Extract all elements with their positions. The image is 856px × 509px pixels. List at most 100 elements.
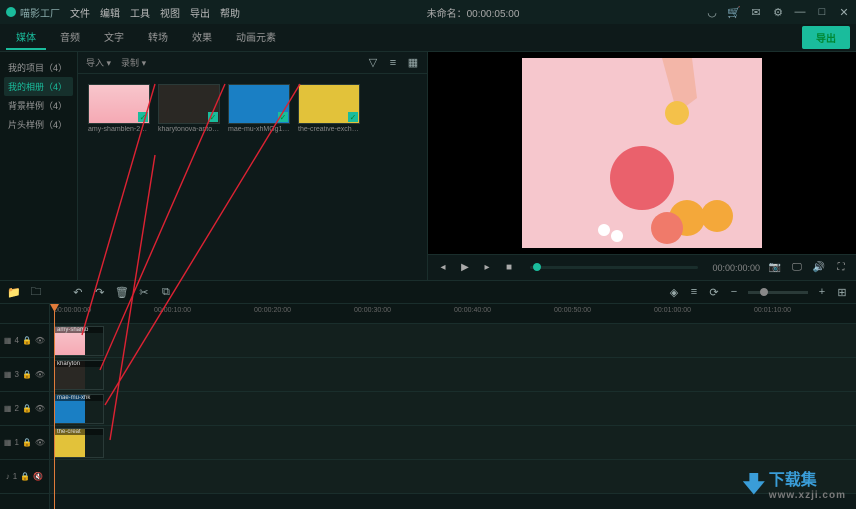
tab-motion[interactable]: 动画元素 <box>226 25 286 50</box>
media-item[interactable]: mae-mu-xhMGg1YBIIA-unsp <box>228 84 290 133</box>
sidebar-item-intro[interactable]: 片头样例（4） <box>4 115 73 134</box>
media-label: kharytonova-antonina-FC <box>158 126 220 133</box>
prev-frame-button[interactable]: ◂ <box>436 261 450 275</box>
media-item[interactable]: amy-shamblen-2UEk0IhL26Y <box>88 84 150 133</box>
delete-icon[interactable]: 🗑 <box>116 286 128 298</box>
marker-icon[interactable]: ◈ <box>668 286 680 298</box>
media-thumb[interactable] <box>298 84 360 124</box>
lock-icon[interactable]: 🔒 <box>22 370 32 379</box>
audio-track[interactable] <box>50 460 856 494</box>
sidebar-item-background[interactable]: 背景样例（4） <box>4 96 73 115</box>
zoom-out-icon[interactable]: − <box>728 286 740 298</box>
zoom-fit-icon[interactable]: ⊞ <box>836 286 848 298</box>
zoom-handle[interactable] <box>760 288 768 296</box>
timeline-clip[interactable]: mae-mu-xhk <box>54 394 104 424</box>
timeline: ▦4🔒👁 ▦3🔒👁 ▦2🔒👁 ▦1🔒👁 ♪1🔒🔇 00:00:00:00 00:… <box>0 304 856 509</box>
preview-image <box>522 58 762 248</box>
lock-icon[interactable]: 🔒 <box>20 472 30 481</box>
track-header[interactable]: ▦1🔒👁 <box>0 426 49 460</box>
mute-icon[interactable]: 🔇 <box>33 472 43 481</box>
eye-icon[interactable]: 👁 <box>35 370 45 379</box>
timeline-clip[interactable]: amy-shamb <box>54 326 104 356</box>
preview-panel: ◂ ▶ ▸ ■ 00:00:00:00 📷 🖵 🔊 ⛶ <box>428 52 856 280</box>
copy-icon[interactable]: ⧉ <box>160 286 172 298</box>
preview-viewport[interactable] <box>428 52 856 254</box>
track-header[interactable]: ▦3🔒👁 <box>0 358 49 392</box>
minimize-icon[interactable]: — <box>794 6 806 18</box>
lock-icon[interactable]: 🔒 <box>22 404 32 413</box>
menu-file[interactable]: 文件 <box>70 5 90 20</box>
menu-export[interactable]: 导出 <box>190 5 210 20</box>
undo-icon[interactable]: ↶ <box>72 286 84 298</box>
eye-icon[interactable]: 👁 <box>35 336 45 345</box>
lock-icon[interactable]: 🔒 <box>22 438 32 447</box>
tracks-area[interactable]: 00:00:00:00 00:00:10:00 00:00:20:00 00:0… <box>50 304 856 509</box>
display-icon[interactable]: 🖵 <box>790 261 804 275</box>
video-track[interactable]: amy-shamb <box>50 324 856 358</box>
lock-icon[interactable]: 🔒 <box>22 336 32 345</box>
filter-icon[interactable]: ▽ <box>367 57 379 69</box>
export-button[interactable]: 导出 <box>802 26 850 49</box>
new-folder-icon[interactable]: 📁 <box>8 286 20 298</box>
redo-icon[interactable]: ↷ <box>94 286 106 298</box>
menu-view[interactable]: 视图 <box>160 5 180 20</box>
play-button[interactable]: ▶ <box>458 261 472 275</box>
render-icon[interactable]: ⟳ <box>708 286 720 298</box>
audio-track-header[interactable]: ♪1🔒🔇 <box>0 460 49 494</box>
video-track[interactable]: kharyton <box>50 358 856 392</box>
eye-icon[interactable]: 👁 <box>35 404 45 413</box>
timeline-clip[interactable]: the-creat <box>54 428 104 458</box>
preview-progress[interactable] <box>530 266 698 269</box>
ruler-tick: 00:00:00:00 <box>54 307 91 314</box>
category-tabs: 媒体 音频 文字 转场 效果 动画元素 导出 <box>0 24 856 52</box>
user-icon[interactable]: ◡ <box>706 6 718 18</box>
fullscreen-icon[interactable]: ⛶ <box>834 261 848 275</box>
ruler-tick: 00:00:30:00 <box>354 307 391 314</box>
media-item[interactable]: kharytonova-antonina-FC <box>158 84 220 133</box>
import-dropdown[interactable]: 导入 ▾ <box>86 56 111 69</box>
track-header[interactable]: ▦2🔒👁 <box>0 392 49 426</box>
media-label: the-creative-exchange-x <box>298 126 360 133</box>
zoom-in-icon[interactable]: + <box>816 286 828 298</box>
progress-handle[interactable] <box>533 263 541 271</box>
volume-icon[interactable]: 🔊 <box>812 261 826 275</box>
media-item[interactable]: the-creative-exchange-x <box>298 84 360 133</box>
track-header[interactable]: ▦4🔒👁 <box>0 324 49 358</box>
sort-icon[interactable]: ≡ <box>387 57 399 69</box>
tab-effect[interactable]: 效果 <box>182 25 222 50</box>
mixer-icon[interactable]: ≡ <box>688 286 700 298</box>
grid-view-icon[interactable]: ▦ <box>407 57 419 69</box>
main-menu: 文件 编辑 工具 视图 导出 帮助 <box>70 5 240 20</box>
tab-text[interactable]: 文字 <box>94 25 134 50</box>
close-icon[interactable]: ✕ <box>838 6 850 18</box>
snapshot-icon[interactable]: 📷 <box>768 261 782 275</box>
sidebar-item-album[interactable]: 我的相册（4） <box>4 77 73 96</box>
timeline-clip[interactable]: kharyton <box>54 360 104 390</box>
cart-icon[interactable]: 🛒 <box>728 6 740 18</box>
stop-button[interactable]: ■ <box>502 261 516 275</box>
sidebar-item-project[interactable]: 我的项目（4） <box>4 58 73 77</box>
maximize-icon[interactable]: □ <box>816 6 828 18</box>
video-track[interactable]: mae-mu-xhk <box>50 392 856 426</box>
menu-edit[interactable]: 编辑 <box>100 5 120 20</box>
media-thumb[interactable] <box>88 84 150 124</box>
settings-icon[interactable]: ⚙ <box>772 6 784 18</box>
menu-tools[interactable]: 工具 <box>130 5 150 20</box>
media-thumb[interactable] <box>158 84 220 124</box>
record-dropdown[interactable]: 录制 ▾ <box>121 56 146 69</box>
zoom-slider[interactable] <box>748 291 808 294</box>
time-ruler[interactable]: 00:00:00:00 00:00:10:00 00:00:20:00 00:0… <box>50 304 856 324</box>
message-icon[interactable]: ✉ <box>750 6 762 18</box>
eye-icon[interactable]: 👁 <box>35 438 45 447</box>
video-track[interactable]: the-creat <box>50 426 856 460</box>
watermark-text: 下载集 <box>769 466 846 490</box>
media-thumb[interactable] <box>228 84 290 124</box>
next-frame-button[interactable]: ▸ <box>480 261 494 275</box>
tab-audio[interactable]: 音频 <box>50 25 90 50</box>
menu-help[interactable]: 帮助 <box>220 5 240 20</box>
cut-icon[interactable]: ✂ <box>138 286 150 298</box>
tab-transition[interactable]: 转场 <box>138 25 178 50</box>
folder-icon[interactable]: 🗀 <box>30 286 42 298</box>
tab-media[interactable]: 媒体 <box>6 25 46 50</box>
playhead[interactable] <box>54 304 55 509</box>
